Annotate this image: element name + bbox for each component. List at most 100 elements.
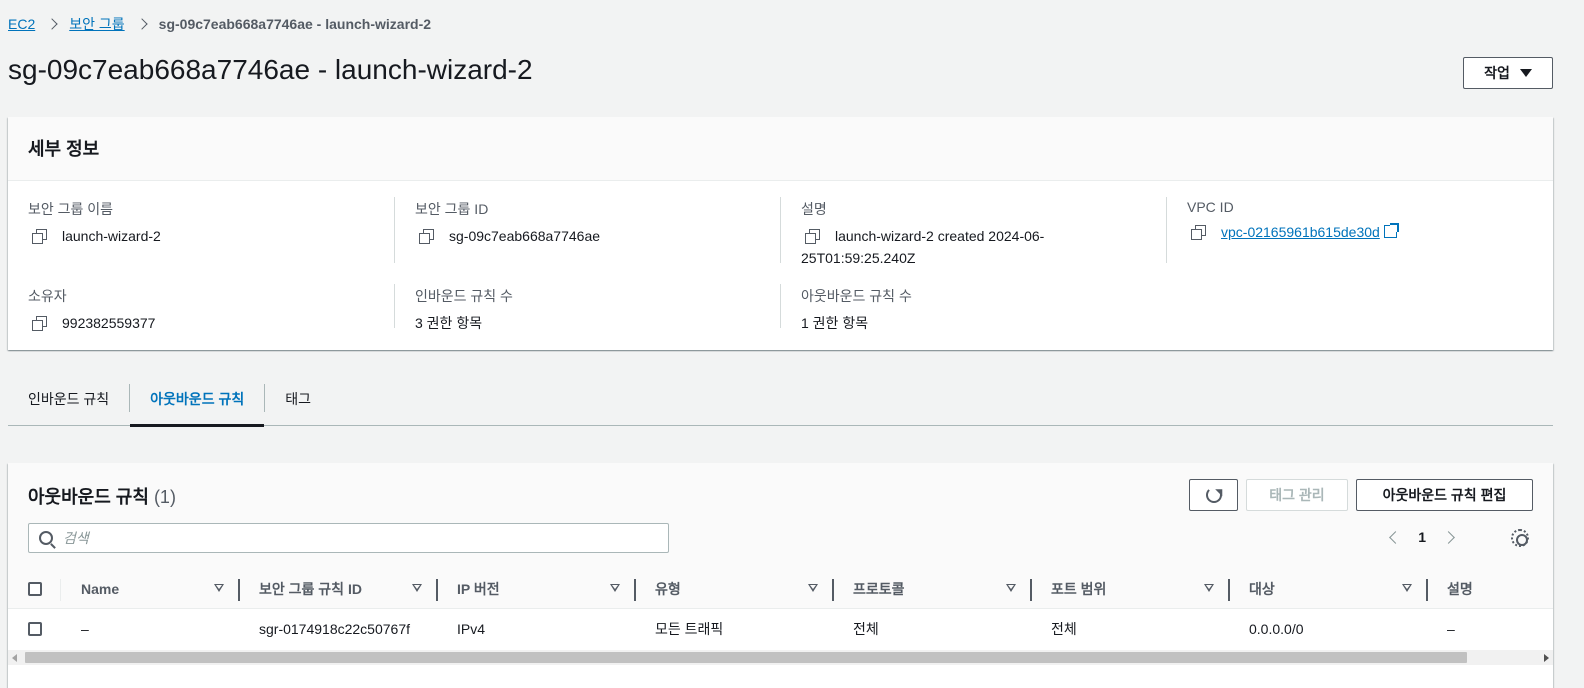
cell-port-range: 전체 <box>1051 621 1077 637</box>
divider <box>1166 197 1167 263</box>
select-all-checkbox[interactable] <box>28 582 42 596</box>
cell-name: – <box>81 621 89 637</box>
description-label: 설명 <box>801 201 827 217</box>
chevron-right-icon <box>47 16 57 32</box>
caret-down-icon <box>1519 69 1532 77</box>
outbound-count-label: 아웃바운드 규칙 수 <box>801 288 912 304</box>
divider <box>780 197 781 263</box>
inbound-count-value: 3 권한 항목 <box>415 315 483 331</box>
divider <box>394 284 395 328</box>
page-title: sg-09c7eab668a7746ae - launch-wizard-2 <box>8 54 533 85</box>
owner-value: 992382559377 <box>62 315 156 331</box>
inbound-count-field: 인바운드 규칙 수 3 권한 항목 <box>415 286 513 334</box>
tab-list: 인바운드 규칙 아웃바운드 규칙 태그 <box>8 372 1553 427</box>
copy-icon[interactable] <box>805 228 821 244</box>
cell-description: – <box>1447 621 1455 637</box>
outbound-count-value: 1 권한 항목 <box>801 315 869 331</box>
column-resizer[interactable] <box>1426 579 1428 601</box>
sort-icon[interactable] <box>1006 584 1016 592</box>
column-header-description[interactable]: 설명 <box>1447 570 1473 608</box>
column-header-port-range[interactable]: 포트 범위 <box>1051 570 1106 608</box>
sort-icon[interactable] <box>610 584 620 592</box>
column-divider <box>60 579 61 601</box>
inbound-count-label: 인바운드 규칙 수 <box>415 288 513 304</box>
row-checkbox[interactable] <box>28 622 42 636</box>
sort-icon[interactable] <box>808 584 818 592</box>
divider <box>394 197 395 263</box>
page-number[interactable]: 1 <box>1418 529 1426 545</box>
breadcrumb: EC2 보안 그룹 sg-09c7eab668a7746ae - launch-… <box>8 14 431 34</box>
rules-title-text: 아웃바운드 규칙 <box>28 487 149 507</box>
scroll-right-arrow-icon[interactable] <box>1544 654 1549 662</box>
outbound-count-field: 아웃바운드 규칙 수 1 권한 항목 <box>801 286 912 334</box>
cell-rule-id: sgr-0174918c22c50767f <box>259 621 411 637</box>
next-page-icon[interactable] <box>1442 530 1455 544</box>
external-link-icon <box>1383 223 1399 238</box>
table-row[interactable]: – sgr-0174918c22c50767f IPv4 모든 트래픽 전체 전… <box>8 609 1553 649</box>
vpc-id-link[interactable]: vpc-02165961b615de30d <box>1221 221 1399 243</box>
column-header-name[interactable]: Name <box>81 570 119 608</box>
tab-inbound-rules[interactable]: 인바운드 규칙 <box>8 372 129 425</box>
cell-ip-version: IPv4 <box>457 621 486 637</box>
vpc-id-label: VPC ID <box>1187 199 1234 215</box>
description-value-line1: launch-wizard-2 created 2024-06- <box>835 228 1045 244</box>
tab-tags[interactable]: 태그 <box>265 372 331 425</box>
column-header-protocol[interactable]: 프로토콜 <box>853 570 905 608</box>
owner-label: 소유자 <box>28 288 67 304</box>
details-panel: 세부 정보 보안 그룹 이름 launch-wizard-2 보안 그룹 ID … <box>8 117 1553 350</box>
chevron-right-icon <box>137 16 147 32</box>
column-resizer[interactable] <box>238 579 240 601</box>
column-header-rule-id[interactable]: 보안 그룹 규칙 ID <box>259 570 362 608</box>
edit-outbound-rules-button[interactable]: 아웃바운드 규칙 편집 <box>1356 479 1533 511</box>
search-icon <box>39 531 53 545</box>
previous-page-icon[interactable] <box>1389 530 1403 544</box>
column-resizer[interactable] <box>832 579 834 601</box>
rules-count: (1) <box>153 487 176 507</box>
column-header-type[interactable]: 유형 <box>655 570 681 608</box>
column-header-destination[interactable]: 대상 <box>1249 570 1275 608</box>
column-header-ip-version[interactable]: IP 버전 <box>457 570 500 608</box>
breadcrumb-security-groups-link[interactable]: 보안 그룹 <box>69 14 124 34</box>
rules-title: 아웃바운드 규칙 (1) <box>28 483 176 509</box>
sg-name-field: 보안 그룹 이름 launch-wizard-2 <box>28 199 161 247</box>
scroll-left-arrow-icon[interactable] <box>12 654 17 662</box>
details-heading: 세부 정보 <box>8 117 1553 181</box>
scrollbar-thumb[interactable] <box>25 652 1467 663</box>
sort-icon[interactable] <box>1402 584 1412 592</box>
sg-name-value: launch-wizard-2 <box>62 228 161 244</box>
sort-icon[interactable] <box>1204 584 1214 592</box>
manage-tags-button[interactable]: 태그 관리 <box>1246 479 1348 511</box>
description-field: 설명 launch-wizard-2 created 2024-06- 25T0… <box>801 199 1151 269</box>
column-resizer[interactable] <box>1030 579 1032 601</box>
breadcrumb-ec2-link[interactable]: EC2 <box>8 16 35 32</box>
divider <box>780 284 781 328</box>
owner-field: 소유자 992382559377 <box>28 286 155 334</box>
search-input[interactable] <box>63 530 643 546</box>
column-resizer[interactable] <box>634 579 636 601</box>
cell-protocol: 전체 <box>853 621 879 637</box>
column-resizer[interactable] <box>436 579 438 601</box>
vpc-id-field: VPC ID vpc-02165961b615de30d <box>1187 199 1399 243</box>
copy-icon[interactable] <box>1191 224 1207 240</box>
column-resizer[interactable] <box>1228 579 1230 601</box>
refresh-icon <box>1205 487 1222 503</box>
table-header: Name 보안 그룹 규칙 ID IP 버전 유형 프로토콜 포트 범위 대상 … <box>8 570 1553 609</box>
tab-outbound-rules[interactable]: 아웃바운드 규칙 <box>130 372 265 427</box>
outbound-rules-panel: 아웃바운드 규칙 (1) 태그 관리 아웃바운드 규칙 편집 1 Name 보안… <box>8 463 1553 688</box>
actions-button[interactable]: 작업 <box>1463 57 1553 89</box>
sort-icon[interactable] <box>214 584 224 592</box>
sg-name-label: 보안 그룹 이름 <box>28 201 114 217</box>
description-value-line2: 25T01:59:25.240Z <box>801 250 916 266</box>
search-field[interactable] <box>28 523 669 553</box>
refresh-button[interactable] <box>1189 479 1238 511</box>
sg-id-field: 보안 그룹 ID sg-09c7eab668a7746ae <box>415 199 600 247</box>
copy-icon[interactable] <box>32 315 48 331</box>
gear-icon[interactable] <box>1511 529 1529 547</box>
copy-icon[interactable] <box>419 228 435 244</box>
horizontal-scrollbar[interactable] <box>8 650 1553 665</box>
sort-icon[interactable] <box>412 584 422 592</box>
copy-icon[interactable] <box>32 228 48 244</box>
cell-type: 모든 트래픽 <box>655 621 724 637</box>
sg-id-value: sg-09c7eab668a7746ae <box>449 228 601 244</box>
pagination: 1 <box>1389 529 1455 545</box>
